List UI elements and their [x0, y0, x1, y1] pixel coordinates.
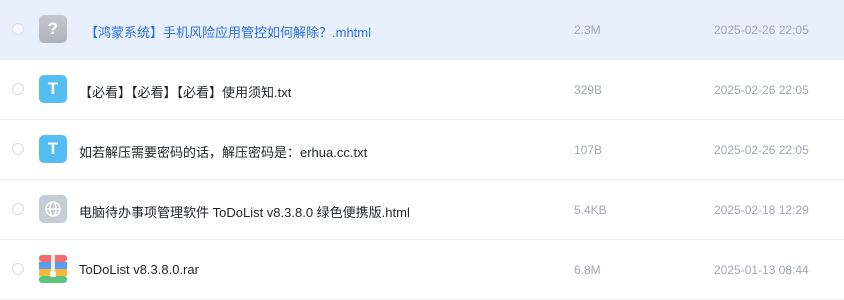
file-row[interactable]: ? 【鸿蒙系统】手机风险应用管控如何解除？.mhtml 2.3M 2025-02…	[0, 0, 844, 60]
archive-svg	[39, 255, 67, 283]
file-row[interactable]: T 【必看】【必看】【必看】使用须知.txt 329B 2025-02-26 2…	[0, 60, 844, 120]
file-row[interactable]: T 如若解压需要密码的话，解压密码是：erhua.cc.txt 107B 202…	[0, 120, 844, 180]
file-date: 2025-02-26 22:05	[714, 23, 809, 37]
row-checkbox[interactable]	[12, 203, 24, 215]
row-checkbox[interactable]	[12, 23, 24, 35]
question-icon-glyph: ?	[47, 19, 59, 38]
file-date: 2025-02-26 22:05	[714, 143, 809, 157]
file-size: 107B	[574, 143, 603, 157]
txt-icon-glyph: T	[47, 139, 59, 158]
file-date: 2025-01-13 08:44	[714, 263, 809, 277]
file-row[interactable]: ToDoList v8.3.8.0.rar 6.8M 2025-01-13 08…	[0, 240, 844, 300]
row-checkbox[interactable]	[12, 263, 24, 275]
txt-icon-glyph: T	[47, 79, 59, 98]
archive-icon	[39, 255, 67, 283]
txt-file-icon: T	[39, 75, 67, 103]
file-list: ? 【鸿蒙系统】手机风险应用管控如何解除？.mhtml 2.3M 2025-02…	[0, 0, 844, 300]
globe-icon	[39, 195, 67, 223]
file-name[interactable]: 【鸿蒙系统】手机风险应用管控如何解除？.mhtml	[85, 22, 371, 41]
file-date: 2025-02-18 12:29	[714, 203, 809, 217]
globe-svg	[45, 201, 61, 217]
file-date: 2025-02-26 22:05	[714, 83, 809, 97]
file-size: 5.4KB	[574, 203, 607, 217]
file-name[interactable]: 【必看】【必看】【必看】使用须知.txt	[79, 82, 291, 101]
row-checkbox[interactable]	[12, 143, 24, 155]
file-size: 6.8M	[574, 263, 601, 277]
file-name[interactable]: 如若解压需要密码的话，解压密码是：erhua.cc.txt	[79, 142, 367, 161]
row-checkbox[interactable]	[12, 83, 24, 95]
file-name[interactable]: 电脑待办事项管理软件 ToDoList v8.3.8.0 绿色便携版.html	[79, 202, 410, 221]
file-size: 329B	[574, 83, 603, 97]
txt-file-icon: T	[39, 135, 67, 163]
file-size: 2.3M	[574, 23, 601, 37]
file-name[interactable]: ToDoList v8.3.8.0.rar	[79, 262, 199, 277]
question-icon: ?	[39, 15, 67, 43]
file-row[interactable]: 电脑待办事项管理软件 ToDoList v8.3.8.0 绿色便携版.html …	[0, 180, 844, 240]
